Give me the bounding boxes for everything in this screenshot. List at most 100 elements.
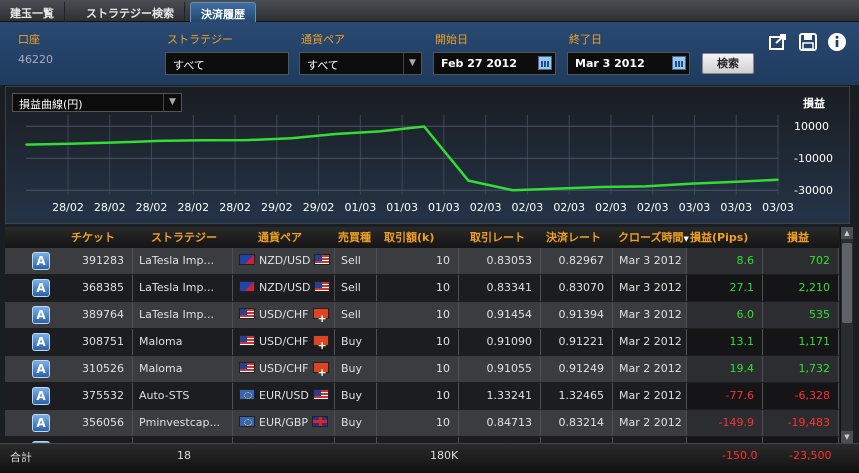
col-strategy[interactable]: ストラテジー — [147, 227, 227, 248]
x-tick-label: 02/03 — [553, 201, 585, 214]
x-tick-label: 02/03 — [512, 201, 544, 214]
col-rate[interactable]: 取引レート — [466, 227, 542, 248]
table-row[interactable]: A 308751Maloma USD/CHF Buy100.910900.91221M… — [5, 329, 839, 355]
end-date-input[interactable]: Mar 3 2012 — [567, 52, 690, 75]
chevron-down-icon[interactable]: ▼ — [163, 94, 181, 111]
pair-select[interactable]: すべて ▼ — [299, 52, 422, 75]
tab-bar: 建玉一覧 ストラテジー検索 決済履歴 — [0, 0, 859, 22]
strategy-value: すべて — [173, 59, 205, 72]
cell-pips: 6.0 — [687, 302, 763, 328]
cell-strategy: Maloma — [133, 329, 233, 355]
cell-ticket: 308751 — [63, 329, 133, 355]
usd-flag-icon — [239, 362, 255, 373]
cell-close-time: Mar 3 2012 — [613, 248, 687, 274]
col-side[interactable]: 売買種 — [334, 227, 376, 248]
x-tick-label: 03/03 — [679, 201, 711, 214]
cell-pips: 8.6 — [687, 248, 763, 274]
chart-type-select[interactable]: 損益曲線(円) ▼ — [12, 93, 182, 112]
x-tick-label: 29/02 — [303, 201, 335, 214]
table-row[interactable]: A 389764LaTesla Imp... USD/CHF Sell100.9145… — [5, 302, 839, 328]
table-header: チケット ストラテジー 通貨ペア 売買種 取引額(k) 取引レート 決済レート … — [5, 227, 839, 248]
cell-amount: 10 — [377, 275, 459, 301]
pnl-data-point — [644, 185, 647, 188]
strategy-type-icon[interactable]: A — [32, 414, 50, 432]
table-row[interactable]: A 356056 Pminvestcap... EUR/GBP Buy 10 0.84713… — [5, 410, 839, 436]
col-close-rate[interactable]: 決済レート — [542, 227, 614, 248]
pair-label: 通貨ペア — [301, 33, 345, 46]
info-icon[interactable] — [827, 32, 847, 52]
x-tick-label: 01/03 — [386, 201, 418, 214]
cell-rate: 0.84713 — [459, 410, 541, 436]
start-date-input[interactable]: Feb 27 2012 — [433, 52, 556, 75]
cell-strategy: LaTesla Imp... — [133, 275, 233, 301]
scroll-up-icon[interactable]: ▲ — [841, 227, 853, 239]
search-button[interactable]: 検索 — [702, 53, 754, 74]
strategy-type-icon[interactable]: A — [32, 306, 50, 324]
pair-text: USD/CHF — [259, 335, 309, 348]
pnl-data-point — [600, 186, 602, 188]
col-ticket[interactable]: チケット — [67, 227, 137, 248]
cell-side: Buy — [335, 356, 377, 382]
total-pnl: -23,500 — [789, 449, 832, 462]
x-tick-label: 28/02 — [52, 201, 84, 214]
strategy-type-icon[interactable]: A — [32, 387, 50, 405]
calendar-icon[interactable] — [538, 56, 552, 70]
col-pair[interactable]: 通貨ペア — [254, 227, 334, 248]
strategy-type-icon[interactable]: A — [32, 360, 50, 378]
cell-side: Sell — [335, 302, 377, 328]
y-tick-label: -30000 — [794, 184, 833, 197]
cell-pnl: 702 — [763, 248, 839, 274]
col-pips[interactable]: 損益(Pips) — [686, 227, 762, 248]
cell-amount: 10 — [377, 329, 459, 355]
cell-close-rate: 0.91249 — [541, 356, 613, 382]
table-scrollbar[interactable]: ▲ ▼ — [840, 227, 853, 443]
end-date-value: Mar 3 2012 — [575, 57, 645, 70]
cell-pips: -149.9 — [687, 410, 763, 436]
x-tick-label: 28/02 — [177, 201, 209, 214]
table-row[interactable]: A 391283 LaTesla Imp... NZD/USD Sell 10 0.8305… — [5, 248, 839, 274]
chevron-down-icon[interactable]: ▼ — [403, 53, 421, 74]
strategy-type-icon[interactable]: A — [32, 333, 50, 351]
pnl-data-point — [157, 140, 160, 142]
cell-ticket: 310526 — [63, 356, 133, 382]
cell-close-time: Mar 3 2012 — [613, 302, 687, 328]
table-row[interactable]: A 310526Maloma USD/CHF Buy100.910550.91249M… — [5, 356, 839, 382]
cell-side: Buy — [335, 329, 377, 355]
cell-strategy: LaTesla Imp... — [133, 302, 233, 328]
save-icon[interactable] — [798, 32, 818, 52]
chart-pnl-label: 損益 — [803, 97, 825, 110]
pair-text: EUR/USD — [259, 389, 309, 402]
calendar-icon[interactable] — [672, 56, 686, 70]
tab-settlement-history[interactable]: 決済履歴 — [190, 2, 256, 22]
cell-close-rate: 1.32465 — [541, 383, 613, 409]
cell-strategy: Maloma — [133, 356, 233, 382]
cell-close-time: Mar 2 2012 — [613, 383, 687, 409]
cell-close-time: Mar 2 2012 — [613, 356, 687, 382]
cell-pair: USD/CHF — [233, 302, 335, 328]
strategy-type-icon[interactable]: A — [32, 279, 50, 297]
col-close-time[interactable]: クローズ時間▼ — [614, 227, 690, 248]
export-icon[interactable] — [768, 32, 788, 52]
cell-pair: NZD/USD — [233, 248, 335, 274]
eur-flag-icon — [239, 416, 255, 427]
table-row[interactable]: A 375532 Auto-STS EUR/USD Buy 10 1.33241 1.3246… — [5, 383, 839, 409]
chf-flag-icon — [312, 333, 329, 355]
cell-pair: USD/CHF — [233, 356, 335, 382]
tab-positions[interactable]: 建玉一覧 — [0, 2, 65, 22]
tab-strategy-search[interactable]: ストラテジー検索 — [76, 2, 185, 22]
scroll-thumb[interactable] — [842, 243, 852, 323]
pnl-data-point — [290, 137, 293, 139]
col-pnl[interactable]: 損益 — [783, 227, 835, 248]
strategy-type-icon[interactable]: A — [32, 252, 50, 270]
history-table: チケット ストラテジー 通貨ペア 売買種 取引額(k) 取引レート 決済レート … — [5, 227, 839, 443]
scroll-down-icon[interactable]: ▼ — [841, 431, 853, 443]
cell-strategy: LaTesla Imp... — [133, 248, 233, 274]
cell-pair: NZD/USD — [233, 275, 335, 301]
cell-pnl: -6,328 — [763, 383, 839, 409]
col-amount[interactable]: 取引額(k) — [380, 227, 460, 248]
cell-rate: 1.33241 — [459, 383, 541, 409]
pair-text: NZD/USD — [259, 281, 311, 294]
table-row[interactable]: A 368385 LaTesla Imp... NZD/USD Sell 10 0.8334… — [5, 275, 839, 301]
account-label: 口座 — [18, 33, 40, 46]
strategy-input[interactable]: すべて — [165, 52, 289, 75]
